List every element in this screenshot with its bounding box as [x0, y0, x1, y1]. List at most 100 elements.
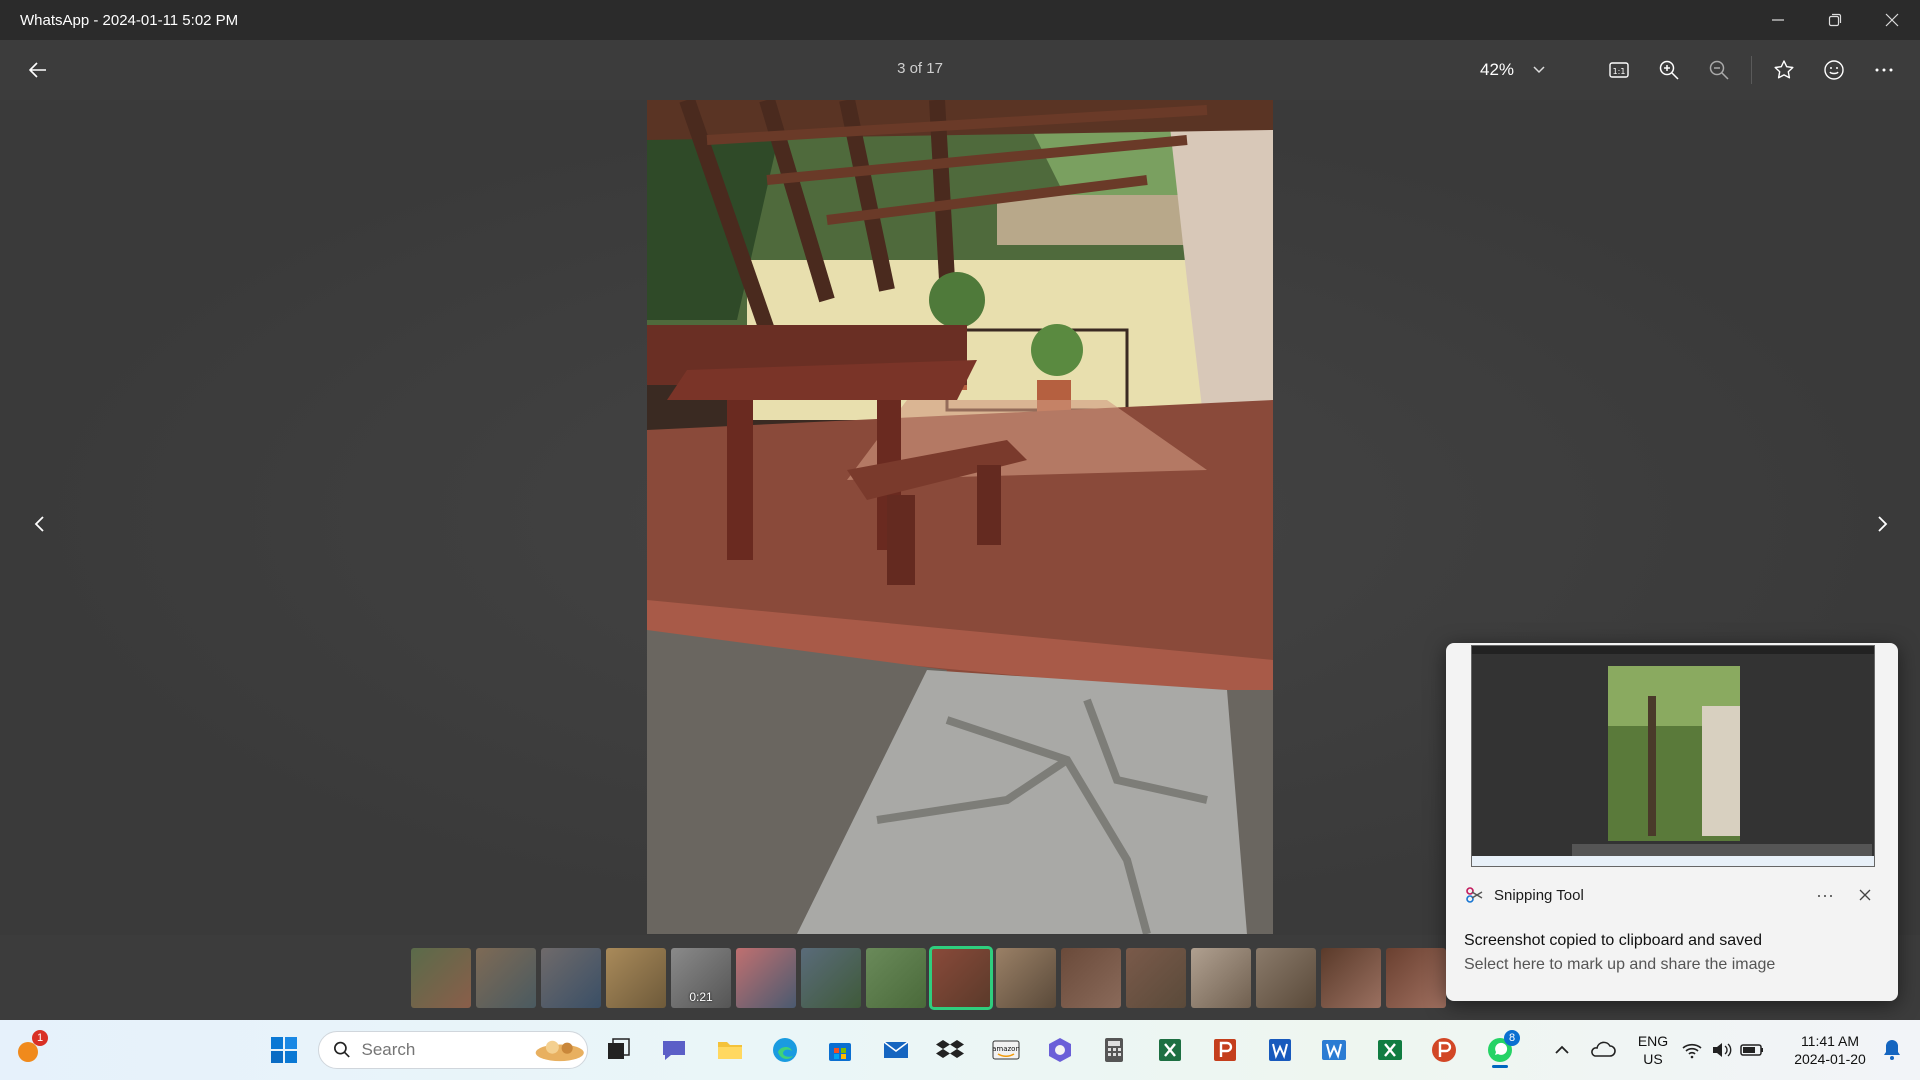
search-icon [334, 1041, 350, 1058]
actual-size-button[interactable]: 1:1 [1601, 52, 1637, 88]
previous-image-button[interactable] [22, 506, 58, 542]
filmstrip-thumbnail[interactable] [996, 948, 1056, 1008]
minimize-button[interactable] [1749, 0, 1806, 40]
back-button[interactable] [22, 56, 54, 84]
excel-button[interactable] [1150, 1030, 1190, 1070]
svg-text:amazon: amazon [992, 1045, 1020, 1053]
minimize-icon [1771, 19, 1784, 21]
powerpoint-button[interactable] [1205, 1030, 1245, 1070]
whatsapp-button[interactable]: 8 [1480, 1030, 1520, 1070]
screenshot-preview-image [1472, 646, 1874, 866]
close-icon [1885, 13, 1898, 27]
filmstrip-thumbnail[interactable] [1191, 948, 1251, 1008]
taskbar-search[interactable] [318, 1031, 588, 1069]
show-hidden-icons-button[interactable] [1542, 1030, 1582, 1070]
filmstrip-thumbnail[interactable] [866, 948, 926, 1008]
next-image-button[interactable] [1864, 506, 1900, 542]
region-code: US [1643, 1051, 1663, 1067]
onedrive-button[interactable] [1582, 1030, 1622, 1070]
task-view-icon [608, 1038, 630, 1059]
filmstrip-thumbnail[interactable] [1256, 948, 1316, 1008]
powerpoint-icon [1214, 1039, 1236, 1061]
toolbar-divider [1751, 56, 1752, 84]
mail-icon [883, 1041, 909, 1058]
zoom-in-icon [1659, 60, 1679, 80]
video-duration: 0:21 [689, 990, 713, 1004]
filmstrip-thumbnail[interactable] [1061, 948, 1121, 1008]
filmstrip-thumbnail[interactable] [541, 948, 601, 1008]
search-input[interactable] [361, 1040, 522, 1060]
store-button[interactable] [820, 1030, 860, 1070]
quick-settings-icons [1682, 1043, 1763, 1059]
language-indicator[interactable]: ENG US [1630, 1032, 1676, 1068]
filmstrip-thumbnail[interactable] [1386, 948, 1446, 1008]
notification-header: Snipping Tool ··· [1464, 883, 1880, 907]
favorite-button[interactable] [1766, 52, 1802, 88]
notification-close-button[interactable] [1850, 889, 1880, 901]
amazon-button[interactable]: amazon [986, 1030, 1026, 1070]
zoom-control[interactable]: 42% [1480, 54, 1546, 86]
zoom-out-button[interactable] [1701, 52, 1737, 88]
restore-icon [1828, 13, 1841, 27]
weather-widget[interactable]: 1 [8, 1030, 48, 1070]
chevron-up-icon [1555, 1045, 1569, 1054]
screenshot-preview[interactable] [1471, 645, 1875, 867]
file-explorer-button[interactable] [710, 1030, 750, 1070]
excel-365-button[interactable] [1370, 1030, 1410, 1070]
calculator-button[interactable] [1094, 1030, 1134, 1070]
system-tray-quick-settings[interactable] [1676, 1030, 1772, 1070]
notification-more-button[interactable]: ··· [1810, 885, 1840, 906]
thumbnail-filmstrip: 0:21 [411, 946, 1446, 1010]
active-app-indicator [1492, 1065, 1508, 1068]
task-view-button[interactable] [598, 1030, 638, 1070]
weather-badge: 1 [32, 1030, 48, 1046]
copilot-button[interactable] [1040, 1030, 1080, 1070]
more-icon [1875, 68, 1893, 72]
notification-app-name: Snipping Tool [1494, 886, 1584, 904]
powerpoint-365-button[interactable] [1424, 1030, 1464, 1070]
chat-icon [663, 1041, 685, 1060]
close-button[interactable] [1863, 0, 1920, 40]
react-button[interactable] [1816, 52, 1852, 88]
main-photo[interactable] [647, 100, 1273, 934]
mail-button[interactable] [876, 1030, 916, 1070]
viewer-toolbar: 3 of 17 42% 1:1 [0, 40, 1920, 100]
filmstrip-thumbnail[interactable] [411, 948, 471, 1008]
edge-button[interactable] [765, 1030, 805, 1070]
zoom-in-button[interactable] [1651, 52, 1687, 88]
filmstrip-thumbnail[interactable] [1321, 948, 1381, 1008]
powerpoint-icon [1432, 1038, 1456, 1062]
chevron-down-icon [1533, 66, 1545, 74]
start-button[interactable] [264, 1030, 304, 1070]
amazon-icon: amazon [992, 1040, 1020, 1060]
smiley-icon [1824, 60, 1844, 80]
snipping-tool-notification[interactable]: Snipping Tool ··· Screenshot copied to c… [1446, 643, 1898, 1001]
cloud-icon [1591, 1041, 1616, 1057]
clock[interactable]: 11:41 AM 2024-01-20 [1780, 1032, 1880, 1068]
notifications-button[interactable] [1872, 1030, 1912, 1070]
teams-chat-button[interactable] [654, 1030, 694, 1070]
filmstrip-thumbnail[interactable] [1126, 948, 1186, 1008]
excel-icon [1159, 1039, 1181, 1061]
more-options-button[interactable] [1866, 52, 1902, 88]
image-counter: 3 of 17 [897, 60, 943, 77]
word-365-button[interactable] [1314, 1030, 1354, 1070]
whatsapp-badge: 8 [1504, 1030, 1520, 1046]
filmstrip-thumbnail[interactable] [929, 946, 993, 1010]
calculator-icon [1105, 1038, 1123, 1062]
word-button[interactable] [1260, 1030, 1300, 1070]
filmstrip-thumbnail[interactable] [736, 948, 796, 1008]
filmstrip-thumbnail[interactable]: 0:21 [671, 948, 731, 1008]
filmstrip-thumbnail[interactable] [801, 948, 861, 1008]
arrow-left-icon [29, 62, 46, 78]
search-highlight-icon [535, 1040, 584, 1062]
filmstrip-thumbnail[interactable] [606, 948, 666, 1008]
windows-logo-icon [271, 1037, 297, 1063]
actual-size-icon: 1:1 [1609, 62, 1629, 78]
star-icon [1774, 60, 1794, 79]
title-bar: WhatsApp - 2024-01-11 5:02 PM [0, 0, 1920, 40]
dropbox-button[interactable] [930, 1030, 970, 1070]
restore-button[interactable] [1806, 0, 1863, 40]
filmstrip-thumbnail[interactable] [476, 948, 536, 1008]
zoom-level: 42% [1480, 60, 1515, 79]
